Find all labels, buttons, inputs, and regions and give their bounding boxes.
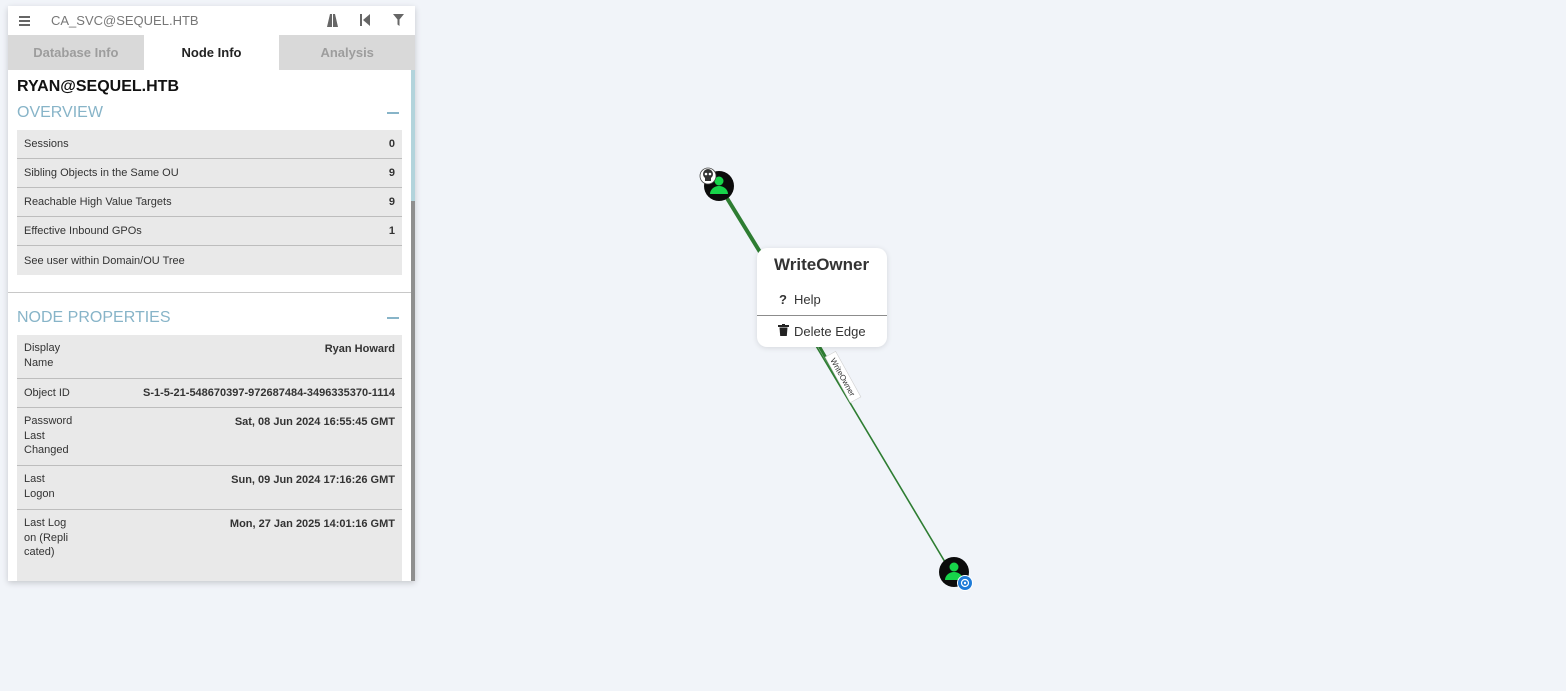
row-value: S-1-5-21-548670397-972687484-3496335370-… bbox=[142, 387, 395, 399]
node-properties-title: NODE PROPERTIES bbox=[17, 309, 171, 326]
overview-row-ou-tree[interactable]: See user within Domain/OU Tree bbox=[17, 246, 402, 275]
row-label: See user within Domain/OU Tree bbox=[24, 254, 185, 267]
row-label: Sessions bbox=[24, 138, 69, 150]
property-row-last-logon-replicated: Last Logon (Replicated) Mon, 27 Jan 2025… bbox=[17, 510, 402, 581]
delete-edge-label: Delete Edge bbox=[794, 324, 866, 339]
node-properties-header[interactable]: NODE PROPERTIES bbox=[17, 305, 402, 331]
context-menu-title: WriteOwner bbox=[774, 255, 870, 274]
pathfinding-icon[interactable] bbox=[324, 12, 340, 28]
help-menu-item[interactable]: ? Help bbox=[777, 292, 821, 307]
node-info-content: RYAN@SEQUEL.HTB OVERVIEW Sessions 0 Sibl… bbox=[8, 70, 411, 581]
node-name: RYAN@SEQUEL.HTB bbox=[17, 78, 179, 95]
row-label: Password Last Changed bbox=[24, 415, 73, 456]
row-label: Sibling Objects in the Same OU bbox=[24, 167, 179, 179]
row-label: Display Name bbox=[24, 342, 61, 369]
overview-row-inbound-gpos[interactable]: Effective Inbound GPOs 1 bbox=[17, 217, 402, 246]
overview-row-high-value-targets[interactable]: Reachable High Value Targets 9 bbox=[17, 188, 402, 217]
properties-rows: Display Name Ryan Howard Object ID S-1-5… bbox=[17, 335, 402, 581]
tab-node-info[interactable]: Node Info bbox=[143, 35, 280, 70]
overview-header[interactable]: OVERVIEW bbox=[17, 100, 402, 126]
search-bar: CA_SVC@SEQUEL.HTB bbox=[8, 6, 415, 35]
row-value: Ryan Howard bbox=[324, 343, 395, 355]
scrollbar-thumb[interactable] bbox=[411, 70, 415, 201]
back-icon[interactable] bbox=[357, 12, 373, 28]
row-value: 1 bbox=[388, 225, 395, 237]
menu-divider bbox=[757, 315, 887, 316]
row-value: Sat, 08 Jun 2024 16:55:45 GMT bbox=[234, 416, 395, 428]
panel-tabs: Database Info Node Info Analysis bbox=[8, 35, 415, 70]
row-label: Effective Inbound GPOs bbox=[24, 225, 142, 237]
hamburger-menu-icon[interactable] bbox=[19, 15, 30, 26]
target-icon bbox=[957, 575, 973, 591]
info-panel: CA_SVC@SEQUEL.HTB Database Info Node Inf… bbox=[8, 6, 415, 581]
edge-label: WriteOwner bbox=[824, 350, 862, 404]
skull-icon bbox=[699, 167, 717, 185]
section-divider bbox=[8, 292, 411, 293]
row-value: 0 bbox=[388, 138, 395, 150]
overview-row-sessions[interactable]: Sessions 0 bbox=[17, 130, 402, 159]
trash-icon bbox=[777, 324, 789, 339]
row-value: Sun, 09 Jun 2024 17:16:26 GMT bbox=[231, 474, 395, 486]
property-row-object-id: Object ID S-1-5-21-548670397-972687484-3… bbox=[17, 379, 402, 408]
property-row-last-logon: Last Logon Sun, 09 Jun 2024 17:16:26 GMT bbox=[17, 466, 402, 510]
row-label: Last Logon bbox=[24, 473, 55, 500]
tab-database-info[interactable]: Database Info bbox=[8, 35, 144, 70]
row-value: Mon, 27 Jan 2025 14:01:16 GMT bbox=[229, 518, 395, 530]
property-row-display-name: Display Name Ryan Howard bbox=[17, 335, 402, 379]
row-label: Object ID bbox=[24, 387, 70, 399]
row-value: 9 bbox=[388, 196, 395, 208]
overview-title: OVERVIEW bbox=[17, 104, 103, 121]
collapse-icon[interactable] bbox=[387, 112, 399, 114]
row-value: 9 bbox=[388, 167, 395, 179]
tab-analysis[interactable]: Analysis bbox=[279, 35, 415, 70]
delete-edge-menu-item[interactable]: Delete Edge bbox=[777, 324, 866, 339]
writeowner-edge[interactable] bbox=[720, 188, 946, 563]
question-icon: ? bbox=[779, 292, 787, 307]
overview-rows: Sessions 0 Sibling Objects in the Same O… bbox=[17, 130, 402, 275]
search-input[interactable]: CA_SVC@SEQUEL.HTB bbox=[51, 13, 199, 28]
row-label: Reachable High Value Targets bbox=[24, 196, 172, 208]
row-label: Last Logon (Replicated) bbox=[24, 517, 69, 558]
panel-scrollbar[interactable] bbox=[411, 70, 415, 581]
overview-row-siblings[interactable]: Sibling Objects in the Same OU 9 bbox=[17, 159, 402, 188]
property-row-password-last-changed: Password Last Changed Sat, 08 Jun 2024 1… bbox=[17, 408, 402, 466]
edge-context-menu: WriteOwner ? Help Delete Edge bbox=[757, 248, 887, 347]
help-label: Help bbox=[794, 292, 821, 307]
collapse-icon[interactable] bbox=[387, 317, 399, 319]
filter-icon[interactable] bbox=[390, 12, 406, 28]
